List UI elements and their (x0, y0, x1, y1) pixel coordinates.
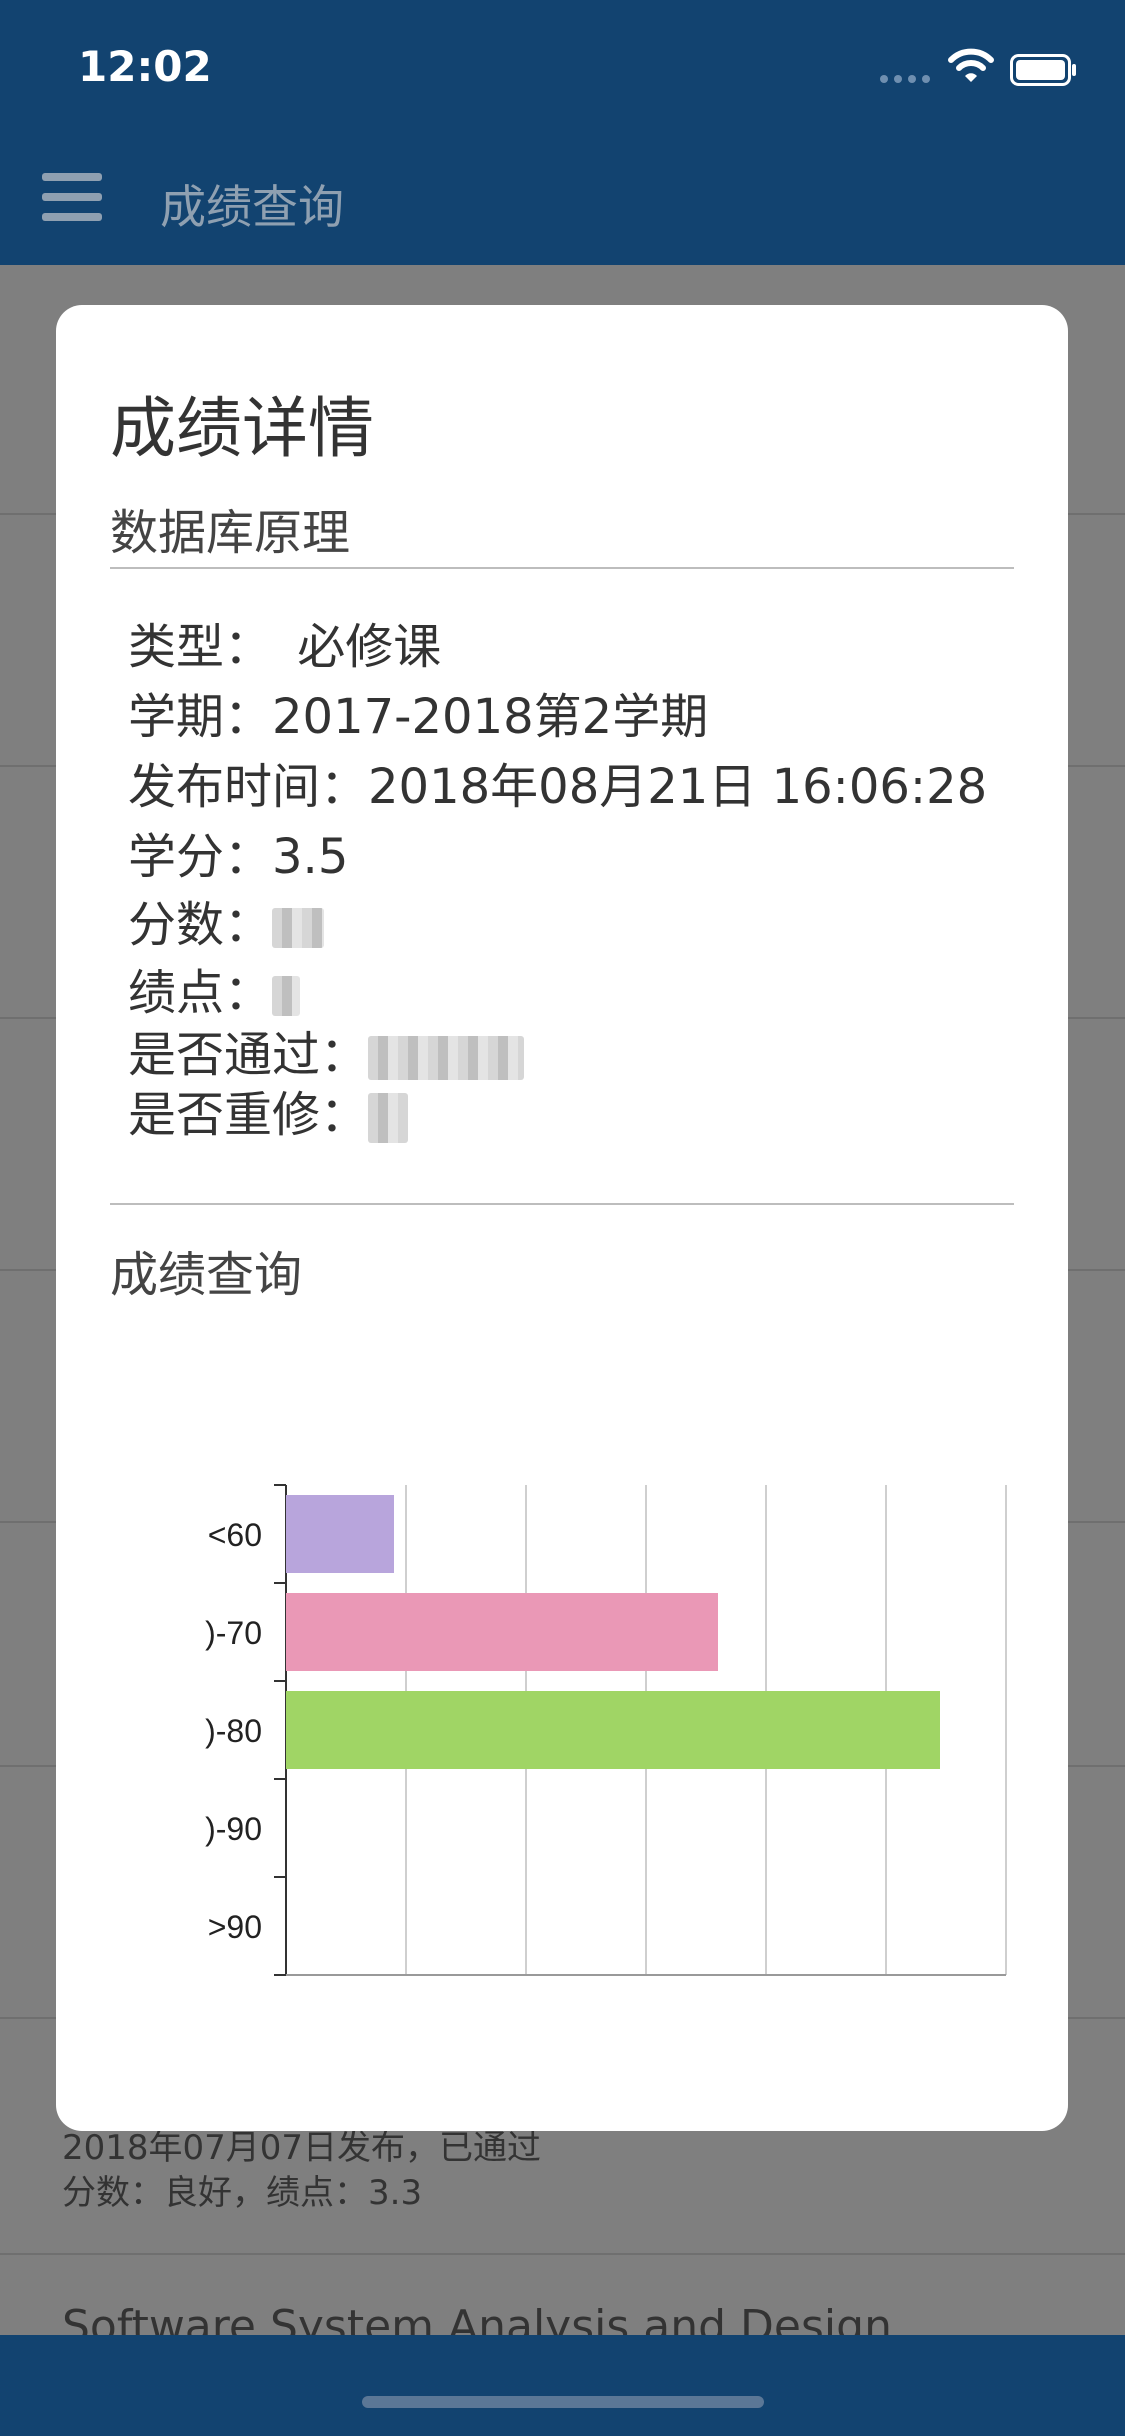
bar (286, 1495, 394, 1573)
chart-section-title: 成绩查询 (110, 1247, 303, 1303)
redacted-score (272, 908, 325, 948)
battery-icon (1010, 54, 1076, 86)
term-value: 2017-2018第2学期 (272, 689, 709, 745)
nav-title: 成绩查询 (160, 180, 344, 234)
home-indicator[interactable] (362, 2396, 764, 2408)
dialog-title: 成绩详情 (110, 390, 374, 467)
detail-publish-time: 发布时间：2018年08月21日 16:06:28 (128, 747, 987, 817)
detail-term: 学期：2017-2018第2学期 (128, 677, 708, 747)
redacted-gpa (272, 976, 301, 1016)
menu-icon[interactable] (42, 173, 102, 223)
y-tick-label: )-90 (205, 1811, 262, 1847)
credit-value: 3.5 (272, 829, 349, 885)
divider (110, 1203, 1014, 1205)
type-value: 必修课 (297, 619, 442, 675)
detail-retake: 是否重修： (128, 1075, 409, 1145)
bottom-bar (0, 2335, 1125, 2436)
retake-label: 是否重修： (128, 1087, 369, 1143)
detail-type: 类型： 必修课 (128, 607, 441, 677)
grade-distribution-chart: <60 )-70 )-80 )-90 >90 (205, 1484, 1007, 1976)
course-name: 数据库原理 (110, 505, 351, 561)
detail-credit: 学分：3.5 (128, 817, 348, 887)
grade-detail-dialog: 成绩详情 数据库原理 类型： 必修课 学期：2017-2018第2学期 发布时间… (56, 305, 1068, 2131)
term-label: 学期： (128, 689, 273, 745)
nav-bar: 成绩查询 (0, 135, 1125, 265)
cellular-signal-icon (880, 75, 932, 83)
detail-gpa: 绩点： (128, 953, 301, 1023)
publish-value: 2018年08月21日 16:06:28 (368, 759, 988, 815)
status-time: 12:02 (78, 42, 212, 91)
y-tick-label: )-80 (205, 1713, 262, 1749)
bar (286, 1691, 940, 1769)
publish-label: 发布时间： (128, 759, 369, 815)
list-divider (0, 2253, 1125, 2255)
gpa-label: 绩点： (128, 965, 273, 1021)
redacted-retake (368, 1093, 409, 1143)
divider (110, 567, 1014, 569)
y-tick-label: )-70 (205, 1615, 262, 1651)
bar (286, 1593, 718, 1671)
credit-label: 学分： (128, 829, 273, 885)
status-bar: 12:02 (0, 0, 1125, 135)
y-tick-label: >90 (208, 1909, 262, 1945)
detail-score: 分数： (128, 885, 325, 955)
score-label: 分数： (128, 897, 273, 953)
y-tick-label: <60 (208, 1517, 262, 1553)
wifi-icon (948, 48, 994, 82)
type-label: 类型： (128, 619, 273, 675)
list-item-score: 分数：良好，绩点：3.3 (62, 2173, 423, 2213)
redacted-passed (368, 1036, 525, 1080)
